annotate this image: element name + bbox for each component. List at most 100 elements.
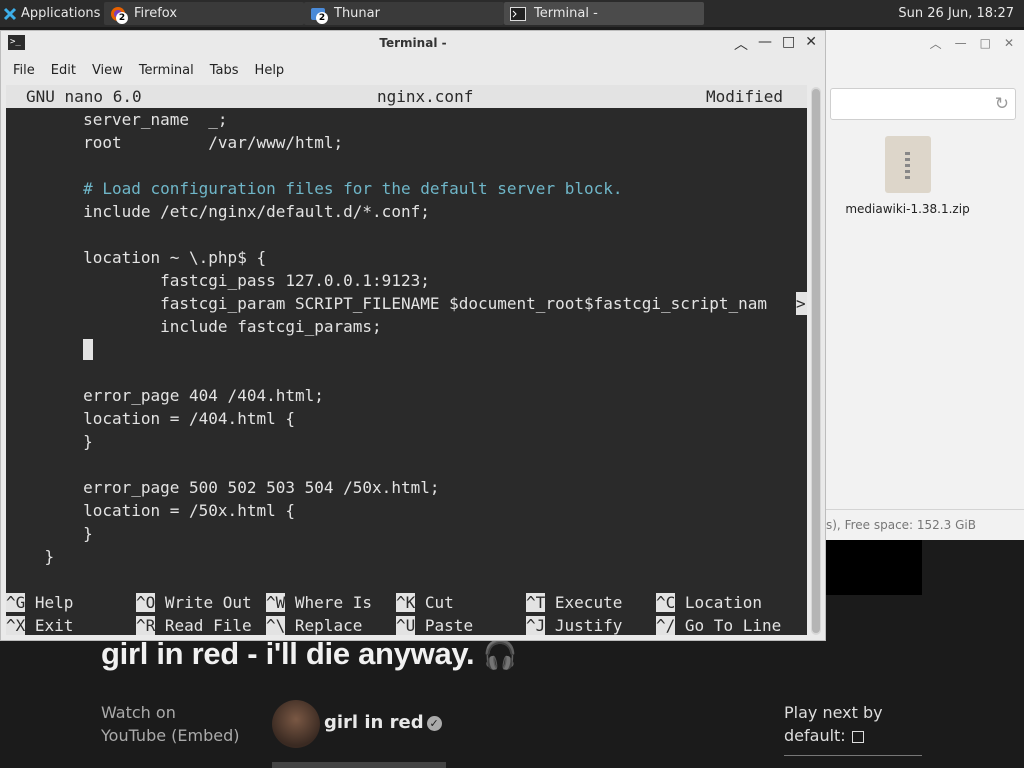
channel-name-text: girl in red — [324, 712, 424, 733]
task-label: Terminal - — [534, 6, 598, 21]
video-area — [826, 540, 922, 595]
shortcut-key: ^W — [266, 593, 286, 612]
video-title[interactable]: girl in red - i'll die anyway. 🎧 — [101, 636, 518, 672]
applications-label: Applications — [21, 6, 101, 21]
play-next-checkbox[interactable] — [851, 730, 864, 743]
verified-icon: ✓ — [426, 715, 442, 731]
menu-edit[interactable]: Edit — [51, 63, 76, 78]
firefox-icon: 2 — [110, 6, 128, 24]
shortcut-label: Write Out — [164, 593, 252, 612]
file-name: mediawiki-1.38.1.zip — [845, 202, 970, 216]
avatar[interactable] — [272, 700, 320, 748]
code-line: include fastcgi_params; — [6, 317, 382, 336]
shortcut-key: ^K — [396, 593, 416, 612]
shortcut-label: Replace — [294, 616, 363, 635]
channel-name[interactable]: girl in red ✓ — [324, 712, 442, 733]
menu-terminal[interactable]: Terminal — [139, 63, 194, 78]
divider — [784, 755, 922, 756]
shortcut-key: ^G — [6, 593, 26, 612]
shortcut-exit[interactable]: ^X Exit — [6, 614, 73, 635]
text-cursor — [83, 339, 94, 360]
shortcut-key: ^X — [6, 616, 26, 635]
window-count-badge: 2 — [116, 11, 128, 24]
headphones-icon: 🎧 — [482, 639, 518, 670]
video-title-text: girl in red - i'll die anyway. — [101, 636, 475, 671]
taskbar-task-firefox[interactable]: 2 Firefox — [104, 2, 304, 25]
shortcut-execute[interactable]: ^T Execute — [526, 591, 622, 614]
truncation-marker: > — [796, 292, 807, 315]
shortcut-key: ^\ — [266, 616, 286, 635]
shortcut-label: Paste — [424, 616, 474, 635]
minimize-icon[interactable]: — — [955, 36, 967, 50]
shortcut-read-file[interactable]: ^R Read File — [136, 614, 252, 635]
shortcut-label: Justify — [554, 616, 623, 635]
menu-help[interactable]: Help — [255, 63, 285, 78]
progress-track — [272, 762, 446, 768]
shortcut-label: Go To Line — [684, 616, 782, 635]
code-line: location = /50x.html { — [6, 501, 295, 520]
menu-view[interactable]: View — [92, 63, 123, 78]
shortcut-key: ^R — [136, 616, 156, 635]
terminal-icon — [510, 6, 526, 22]
shortcut-help[interactable]: ^G Help — [6, 591, 73, 614]
shortcut-key: ^J — [526, 616, 546, 635]
nano-state: Modified — [706, 87, 784, 106]
collapse-icon[interactable]: ︿ — [930, 35, 942, 52]
menu-file[interactable]: File — [13, 63, 35, 78]
shortcut-label: Help — [34, 593, 74, 612]
shortcut-key: ^T — [526, 593, 546, 612]
nano-header: GNU nano 6.0 nginx.conf Modified — [6, 85, 807, 108]
terminal-window: >_ Terminal - ︿ — □ ✕ File Edit View Ter… — [0, 30, 826, 641]
collapse-icon[interactable]: ︿ — [734, 34, 748, 54]
maximize-icon[interactable]: □ — [980, 36, 991, 50]
menu-bar: File Edit View Terminal Tabs Help — [1, 57, 825, 84]
code-line: } — [6, 524, 93, 543]
code-line: location = /404.html { — [6, 409, 295, 428]
file-item[interactable]: mediawiki-1.38.1.zip — [840, 136, 975, 216]
taskbar-task-thunar[interactable]: 2 Thunar — [304, 2, 504, 25]
terminal-titlebar[interactable]: >_ Terminal - ︿ — □ ✕ — [1, 31, 825, 57]
menu-tabs[interactable]: Tabs — [210, 63, 239, 78]
code-line: fastcgi_param SCRIPT_FILENAME $document_… — [6, 294, 767, 313]
shortcut-key: ^/ — [656, 616, 676, 635]
shortcut-location[interactable]: ^C Location — [656, 591, 762, 614]
clock[interactable]: Sun 26 Jun, 18:27 — [898, 6, 1014, 21]
shortcut-justify[interactable]: ^J Justify — [526, 614, 622, 635]
code-line: root /var/www/html; — [6, 133, 344, 152]
shortcut-key: ^O — [136, 593, 156, 612]
terminal-screen[interactable]: GNU nano 6.0 nginx.conf Modified server_… — [6, 85, 807, 635]
task-label: Firefox — [134, 6, 178, 21]
shortcut-replace[interactable]: ^\ Replace — [266, 614, 362, 635]
code-line: location ~ \.php$ { — [6, 248, 267, 267]
close-icon[interactable]: ✕ — [1004, 36, 1014, 50]
scrollbar-thumb[interactable] — [812, 89, 820, 633]
window-count-badge: 2 — [316, 11, 328, 24]
shortcut-go-to-line[interactable]: ^/ Go To Line — [656, 614, 781, 635]
shortcut-label: Exit — [34, 616, 74, 635]
shortcut-label: Cut — [424, 593, 454, 612]
terminal-scrollbar[interactable] — [811, 87, 821, 635]
watch-on-youtube[interactable]: Watch on YouTube (Embed) — [101, 701, 239, 747]
maximize-icon[interactable]: □ — [782, 34, 795, 54]
shortcut-write-out[interactable]: ^O Write Out — [136, 591, 252, 614]
taskbar-task-terminal[interactable]: Terminal - — [504, 2, 704, 25]
top-panel: Applications 2 Firefox 2 Thunar Terminal… — [0, 0, 1024, 27]
watch-on-label: Watch on — [101, 703, 176, 722]
minimize-icon[interactable]: — — [758, 34, 772, 54]
shortcut-label: Read File — [164, 616, 252, 635]
play-next-label-2: default: — [784, 726, 846, 745]
shortcut-label: Where Is — [294, 593, 372, 612]
code-line: } — [6, 432, 93, 451]
xfce-logo-icon — [3, 7, 17, 20]
applications-menu[interactable]: Applications — [0, 0, 103, 27]
youtube-embed-link[interactable]: YouTube (Embed) — [101, 724, 239, 747]
shortcut-where-is[interactable]: ^W Where Is — [266, 591, 372, 614]
shortcut-paste[interactable]: ^U Paste — [396, 614, 473, 635]
reload-icon[interactable]: ↻ — [995, 94, 1009, 114]
close-icon[interactable]: ✕ — [805, 34, 817, 54]
code-line — [6, 338, 94, 361]
code-line: include /etc/nginx/default.d/*.conf; — [6, 202, 430, 221]
shortcut-cut[interactable]: ^K Cut — [396, 591, 454, 614]
location-bar[interactable]: ↻ — [830, 88, 1016, 120]
